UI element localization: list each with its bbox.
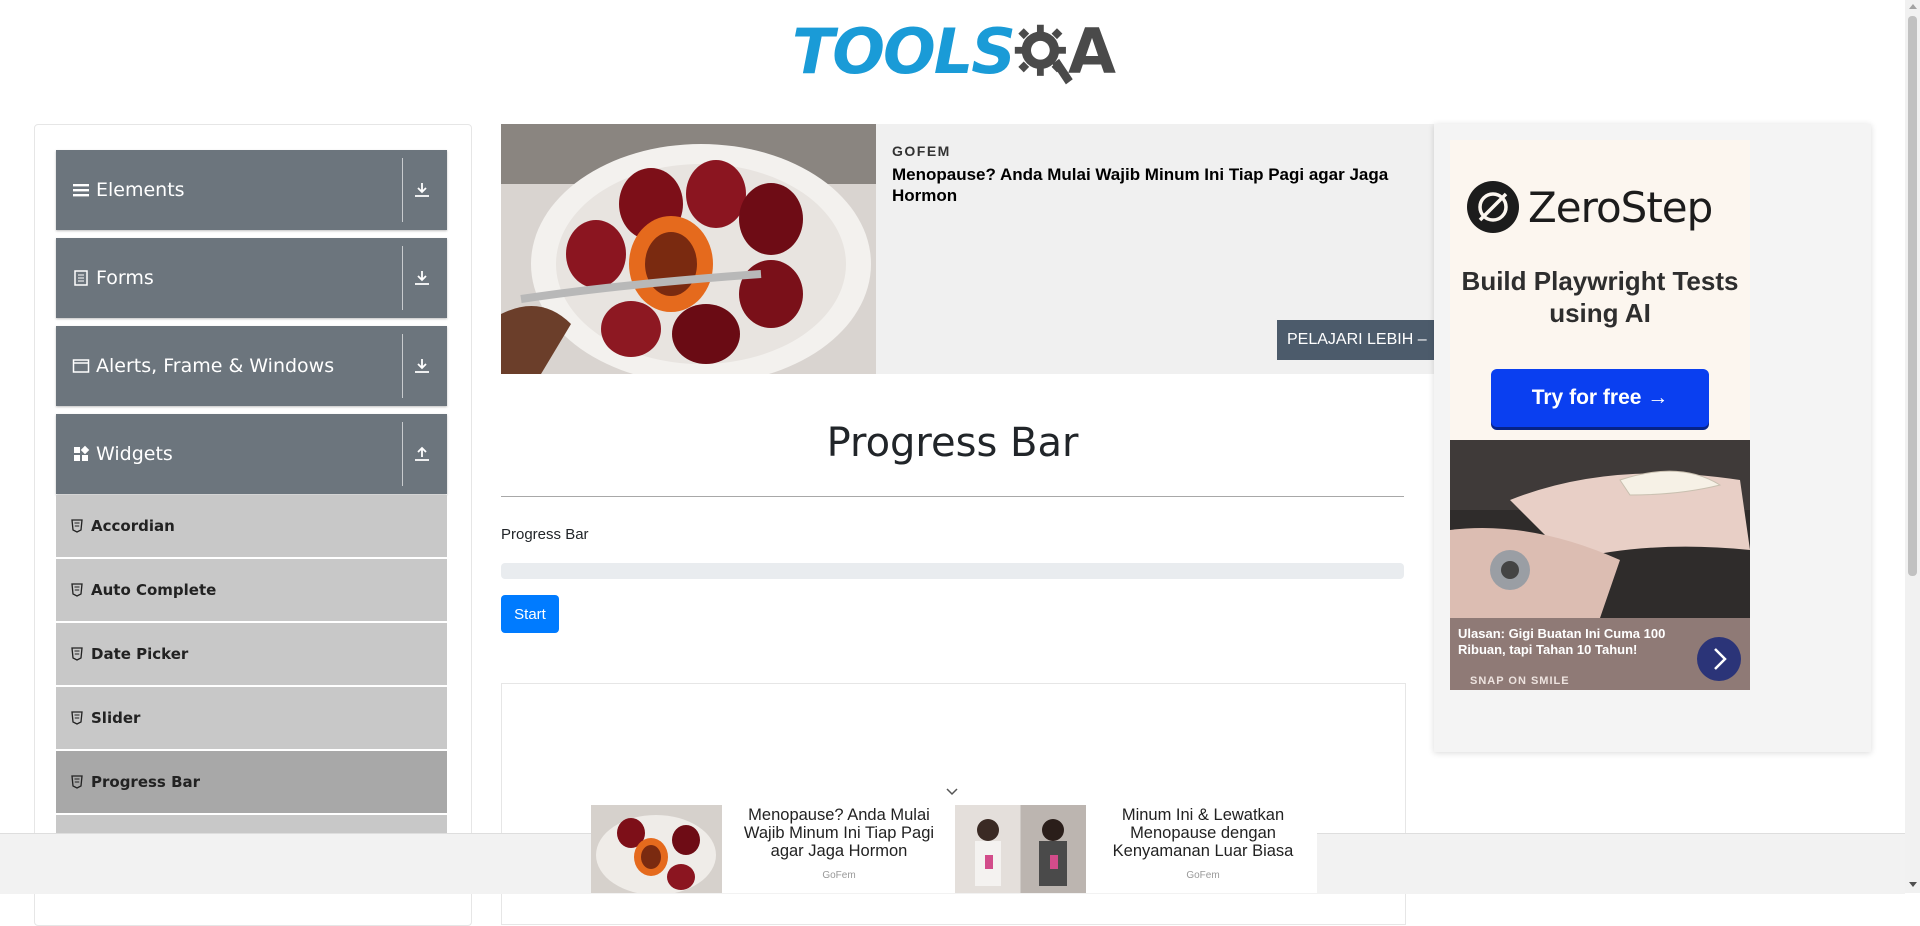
sticky-ad-brand: GoFem [822, 870, 856, 881]
form-icon [74, 270, 88, 286]
window-icon [72, 359, 90, 373]
tamarillo-thumbnail [591, 805, 722, 893]
menu-item-progress-bar[interactable]: Progress Bar [56, 751, 447, 813]
women-product-thumbnail [955, 805, 1086, 893]
html5-icon [71, 711, 83, 725]
ad-headline[interactable]: Menopause? Anda Mulai Wajib Minum Ini Ti… [892, 164, 1432, 206]
sticky-ad-headline: Menopause? Anda Mulai Wajib Minum Ini Ti… [743, 806, 935, 860]
snap-on-smile-ad[interactable]: Ulasan: Gigi Buatan Ini Cuma 100 Ribuan,… [1450, 440, 1750, 690]
group-alerts-frame-windows[interactable]: Alerts, Frame & Windows [56, 326, 447, 406]
html5-icon [71, 519, 83, 533]
group-label: Forms [96, 267, 154, 289]
right-advertisement: ZeroStep Build Playwright Tests using AI… [1434, 124, 1871, 752]
zerostep-icon [1467, 181, 1519, 233]
sticky-ad-1[interactable]: Menopause? Anda Mulai Wajib Minum Ini Ti… [591, 804, 955, 893]
scroll-thumb[interactable] [1908, 16, 1917, 576]
next-arrow-button[interactable] [1697, 637, 1741, 681]
snap-brand: SNAP ON SMILE [1470, 675, 1570, 687]
download-icon[interactable] [410, 266, 434, 290]
group-label: Alerts, Frame & Windows [96, 355, 335, 377]
gear-q-icon [1014, 24, 1073, 85]
chevron-down-icon[interactable] [945, 786, 959, 798]
zerostep-tagline: Build Playwright Tests using AI [1461, 266, 1739, 328]
widgets-menu: Accordian Auto Complete Date Picker Slid… [56, 495, 447, 879]
menu-item-label: Auto Complete [91, 581, 217, 599]
html5-icon [71, 647, 83, 661]
top-advertisement[interactable]: GOFEM Menopause? Anda Mulai Wajib Minum … [501, 124, 1435, 374]
widgets-icon [74, 445, 90, 461]
menu-item-accordian[interactable]: Accordian [56, 495, 447, 557]
left-panel: Elements Forms Alerts, Frame & Windows W… [34, 124, 472, 926]
zerostep-ad[interactable]: ZeroStep Build Playwright Tests using AI… [1450, 140, 1750, 440]
scroll-up-arrow-icon[interactable] [1909, 4, 1917, 9]
zerostep-logo: ZeroStep [1466, 180, 1713, 234]
group-forms[interactable]: Forms [56, 238, 447, 318]
menu-item-date-picker[interactable]: Date Picker [56, 623, 447, 685]
upload-icon[interactable] [410, 442, 434, 466]
download-icon[interactable] [410, 354, 434, 378]
snap-caption: Ulasan: Gigi Buatan Ini Cuma 100 Ribuan,… [1450, 618, 1750, 690]
divider [501, 496, 1404, 497]
menu-item-label: Slider [91, 709, 141, 727]
menu-item-label: Date Picker [91, 645, 189, 663]
sticky-ad-brand: GoFem [1186, 870, 1220, 881]
zerostep-brand: ZeroStep [1528, 182, 1713, 232]
snap-headline[interactable]: Ulasan: Gigi Buatan Ini Cuma 100 Ribuan,… [1458, 626, 1688, 658]
tamarillo-fruit-image [501, 124, 876, 374]
scroll-down-arrow-icon[interactable] [1909, 882, 1917, 887]
progress-bar [501, 563, 1404, 579]
menu-item-auto-complete[interactable]: Auto Complete [56, 559, 447, 621]
toolsqa-logo[interactable]: TOOLS A [792, 14, 1116, 90]
menu-item-label: Accordian [91, 517, 175, 535]
learn-more-button[interactable]: PELAJARI LEBIH – [1277, 320, 1435, 360]
hamburger-icon [73, 184, 89, 197]
group-elements[interactable]: Elements [56, 150, 447, 230]
dentures-hand-image [1450, 440, 1750, 618]
group-label: Elements [96, 179, 185, 201]
ad-brand: GOFEM [892, 143, 951, 159]
menu-item-label: Progress Bar [91, 773, 201, 791]
chevron-right-icon [1714, 648, 1727, 670]
sticky-ad-headline: Minum Ini & Lewatkan Menopause dengan Ke… [1112, 806, 1294, 860]
sticky-ad-2[interactable]: Minum Ini & Lewatkan Menopause dengan Ke… [955, 804, 1317, 893]
divider [402, 246, 403, 310]
html5-icon [71, 583, 83, 597]
logo-text-a: A [1068, 15, 1116, 88]
logo-text-tools: TOOLS [792, 15, 1016, 88]
group-label: Widgets [96, 443, 173, 465]
html5-icon [71, 775, 83, 789]
download-icon[interactable] [410, 178, 434, 202]
group-widgets[interactable]: Widgets [56, 414, 447, 494]
divider [402, 422, 403, 486]
divider [402, 334, 403, 398]
progress-bar-label: Progress Bar [501, 526, 589, 543]
vertical-scrollbar[interactable] [1905, 0, 1920, 893]
menu-item-slider[interactable]: Slider [56, 687, 447, 749]
divider [402, 158, 403, 222]
start-button[interactable]: Start [501, 595, 559, 633]
page-title: Progress Bar [826, 420, 1079, 466]
try-for-free-button[interactable]: Try for free → [1491, 369, 1709, 427]
